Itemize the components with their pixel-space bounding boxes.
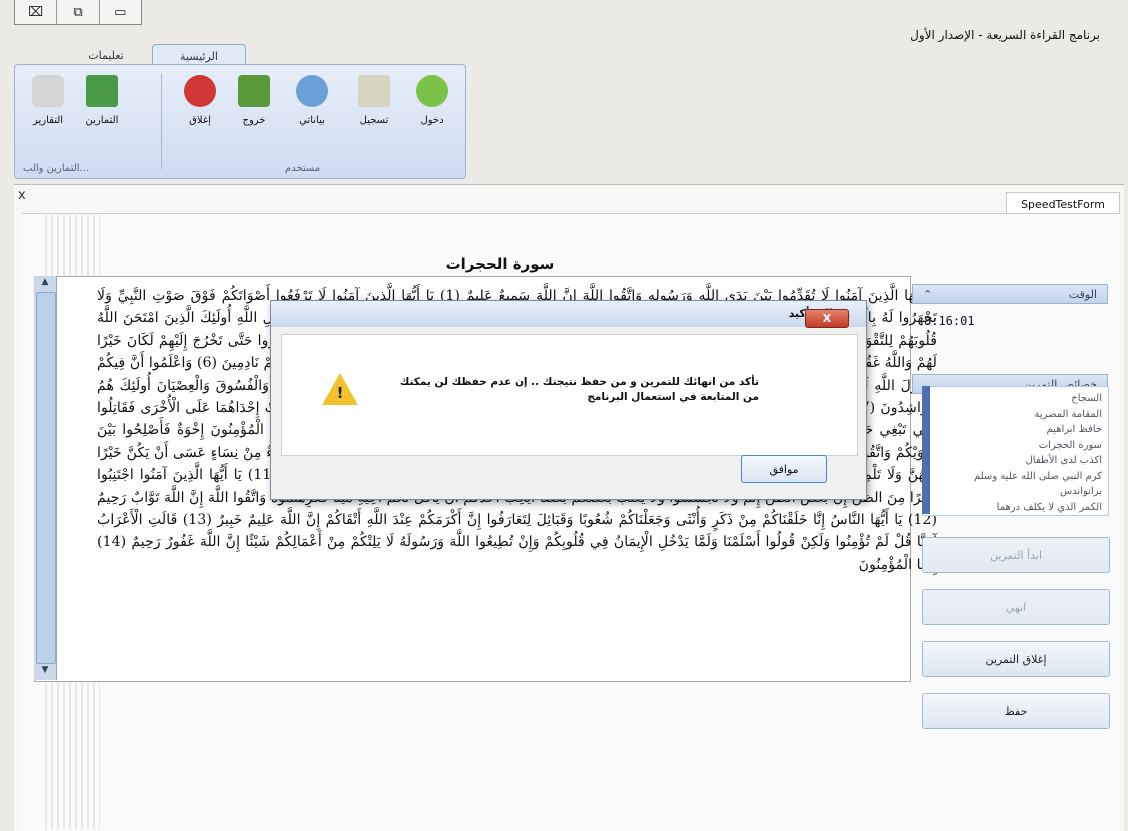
restore-window-icon[interactable]: ⧉ [57,0,100,24]
window-controls: ⌧ ⧉ ▭ [14,0,142,25]
confirm-dialog: رسالة تأكيد X ! تأكد من انهائك للتمرين و… [270,300,867,500]
list-item[interactable]: برانواندس [929,484,1102,500]
list-item[interactable]: المقامة المضرية [929,407,1102,423]
close-app-button[interactable]: إغلاق [175,75,225,126]
surah-title: سورة الحجرات [445,255,555,273]
list-item[interactable]: اكذب لدى الأطفال [929,453,1103,469]
dialog-titlebar: رسالة تأكيد X [271,301,866,328]
list-item[interactable]: كرم النبي صلى الله عليه وسلم [929,469,1102,485]
close-window-icon[interactable]: ⌧ [15,0,58,24]
close-form-icon[interactable]: x [18,188,26,203]
collapse-icon[interactable]: ⌃ [923,288,932,301]
user-icon [296,75,328,107]
elapsed-time: 8:16:01 [924,314,975,328]
list-item[interactable]: السجاح [929,391,1102,407]
list-item[interactable]: سورة الحجرات [929,438,1102,454]
exercise-list[interactable]: السجاح المقامة المضرية حافظ ابراهيم سورة… [922,386,1109,516]
scroll-up-icon[interactable]: ▲ [34,277,56,291]
reports-icon [32,75,64,107]
scroll-down-icon[interactable]: ▼ [34,665,56,679]
time-section-header[interactable]: الوقت ⌃ [912,284,1108,304]
ribbon: التقارير التمارين التمارين والب... إغلاق… [14,64,466,179]
close-exercise-button[interactable]: إغلاق التمرين [922,641,1110,677]
ribbon-separator [161,73,162,169]
user-group-label: مستخدم [285,163,321,174]
exercises-button[interactable]: التمارين [77,75,127,126]
exit-icon [238,75,270,107]
warning-mark: ! [336,384,344,402]
finish-button[interactable]: انهي [922,589,1110,625]
exercises-icon [86,75,118,107]
minimize-window-icon[interactable]: ▭ [100,0,141,24]
list-item[interactable]: حافظ ابراهيم [929,422,1102,438]
dialog-body: ! تأكد من انهائك للتمرين و من حفظ نتيجتك… [281,334,858,456]
reports-button[interactable]: التقارير [23,75,73,126]
dialog-close-button[interactable]: X [805,309,849,328]
scroll-thumb[interactable] [36,292,56,664]
ribbon-tabs: تعليمات الرئيسية [60,44,260,67]
register-button[interactable]: تسجيل [349,75,399,126]
login-icon [416,75,448,107]
exit-button[interactable]: خروج [229,75,279,126]
dialog-ok-button[interactable]: موافق [741,455,827,483]
exercises-group-label: التمارين والب... [23,163,90,174]
register-icon [358,75,390,107]
tab-help[interactable]: تعليمات [60,44,152,66]
tab-speedtestform[interactable]: SpeedTestForm [1006,192,1120,215]
close-app-icon [184,75,216,107]
profile-button[interactable]: بياناتي [287,75,337,126]
vertical-scrollbar[interactable]: ▲ ▼ [34,276,57,680]
start-exercise-button[interactable]: ابدأ التمرين [922,537,1110,573]
dialog-message: تأكد من انهائك للتمرين و من حفظ نتيجتك .… [399,376,759,403]
list-item[interactable]: الكمر الذي لا يكلف درهما [929,500,1102,516]
app-title: برنامج القراءة السريعة - الإصدار الأول [910,28,1100,42]
side-panel: الوقت ⌃ 8:16:01 خصائص التمرين السجاح الم… [912,284,1112,729]
login-button[interactable]: دخول [407,75,457,126]
save-button[interactable]: حفظ [922,693,1110,729]
list-accent-bar [922,386,930,514]
